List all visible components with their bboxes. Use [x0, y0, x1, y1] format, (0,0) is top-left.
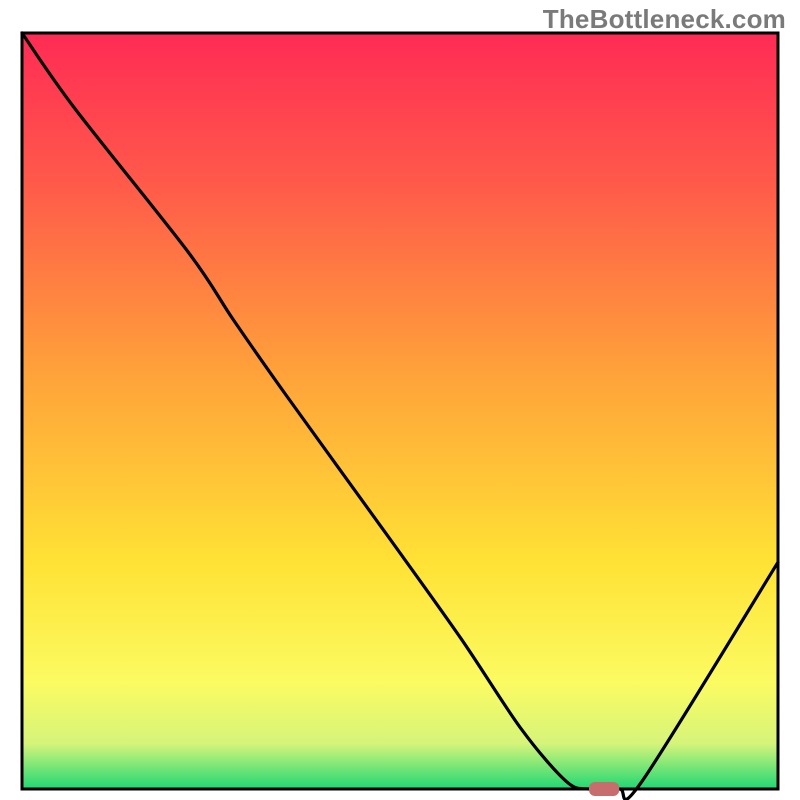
optimum-marker — [589, 782, 619, 796]
chart-root: TheBottleneck.com — [0, 0, 800, 800]
plot-background — [22, 33, 778, 789]
bottleneck-plot — [0, 0, 800, 800]
